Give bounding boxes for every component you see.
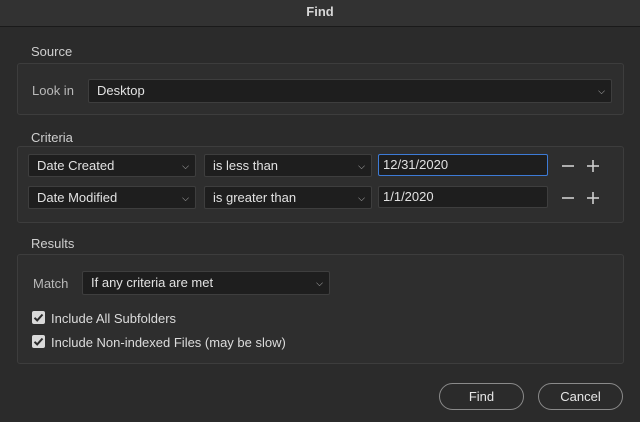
criteria-row-2-operator: is greater than (213, 190, 297, 205)
match-dropdown[interactable]: If any criteria are met ⌵ (82, 271, 330, 295)
plus-icon[interactable] (585, 158, 601, 174)
window-title: Find (0, 0, 640, 27)
criteria-row-1-operator-dropdown[interactable]: is less than ⌵ (204, 154, 372, 177)
criteria-row-1-value-input[interactable]: 12/31/2020 (378, 154, 548, 176)
look-in-dropdown[interactable]: Desktop ⌵ (88, 79, 612, 103)
source-panel: Look in Desktop ⌵ (17, 63, 624, 115)
include-subfolders-checkbox[interactable] (32, 311, 45, 324)
find-button[interactable]: Find (439, 383, 524, 410)
chevron-down-icon: ⌵ (182, 193, 189, 203)
chevron-down-icon: ⌵ (182, 161, 189, 171)
chevron-down-icon: ⌵ (598, 86, 605, 96)
checkmark-icon (33, 337, 44, 346)
criteria-row-2-value-input[interactable]: 1/1/2020 (378, 186, 548, 208)
checkmark-icon (33, 313, 44, 322)
look-in-value: Desktop (97, 83, 145, 98)
results-section-label: Results (31, 236, 75, 251)
chevron-down-icon: ⌵ (358, 161, 365, 171)
match-label: Match (33, 276, 69, 291)
minus-icon[interactable] (560, 190, 576, 206)
cancel-button[interactable]: Cancel (538, 383, 623, 410)
chevron-down-icon: ⌵ (358, 193, 365, 203)
plus-icon[interactable] (585, 190, 601, 206)
look-in-label: Look in (32, 83, 74, 98)
source-section-label: Source (31, 44, 73, 59)
criteria-row-1-field: Date Created (37, 158, 115, 173)
chevron-down-icon: ⌵ (316, 278, 323, 288)
criteria-panel: Date Created ⌵ is less than ⌵ 12/31/2020… (17, 146, 624, 223)
include-subfolders-label: Include All Subfolders (51, 311, 177, 326)
minus-icon[interactable] (560, 158, 576, 174)
criteria-row-1-field-dropdown[interactable]: Date Created ⌵ (28, 154, 196, 177)
criteria-row-2-field-dropdown[interactable]: Date Modified ⌵ (28, 186, 196, 209)
criteria-row-1-operator: is less than (213, 158, 279, 173)
criteria-row-2-field: Date Modified (37, 190, 118, 205)
criteria-row-2-operator-dropdown[interactable]: is greater than ⌵ (204, 186, 372, 209)
match-value: If any criteria are met (91, 275, 214, 290)
criteria-section-label: Criteria (31, 130, 73, 145)
include-nonindexed-checkbox[interactable] (32, 335, 45, 348)
results-panel: Match If any criteria are met ⌵ Include … (17, 254, 624, 364)
include-nonindexed-label: Include Non-indexed Files (may be slow) (51, 335, 286, 350)
